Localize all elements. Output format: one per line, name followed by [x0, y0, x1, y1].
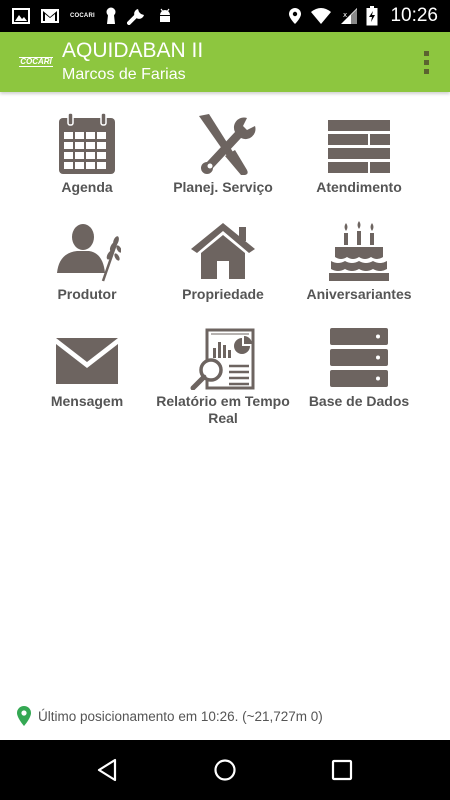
- report-icon: [190, 328, 255, 390]
- list-icon: [328, 120, 390, 173]
- map-pin-icon: [17, 706, 31, 726]
- house-icon: [191, 223, 255, 279]
- menu-item-produtor[interactable]: Produtor: [19, 219, 155, 326]
- home-icon[interactable]: [195, 740, 255, 800]
- battery-icon: [366, 6, 378, 26]
- app-logo-text: COCARI: [19, 57, 53, 67]
- app-title: AQUIDABAN II: [62, 39, 204, 62]
- menu-item-planej-servico[interactable]: Planej. Serviço: [155, 112, 291, 219]
- app-logo: COCARI: [14, 52, 58, 72]
- menu-grid: Agenda Planej. Serviço Atendimento Produ…: [19, 112, 431, 433]
- menu-item-label: Aniversariantes: [306, 286, 412, 302]
- app-subtitle: Marcos de Farias: [62, 66, 186, 83]
- app-bar: COCARI AQUIDABAN II Marcos de Farias: [0, 32, 450, 92]
- farmer-icon: [57, 224, 121, 282]
- app-bar-titles: AQUIDABAN II Marcos de Farias: [62, 39, 203, 85]
- menu-item-label: Relatório em Tempo Real: [156, 393, 290, 426]
- gmail-icon: [40, 8, 60, 24]
- menu-item-mensagem[interactable]: Mensagem: [19, 326, 155, 433]
- envelope-icon: [56, 338, 118, 384]
- database-icon: [330, 328, 388, 387]
- cocari-icon: COCARI: [70, 13, 95, 19]
- menu-item-base-de-dados[interactable]: Base de Dados: [291, 326, 427, 433]
- menu-item-label: Produtor: [57, 286, 117, 302]
- back-icon[interactable]: [78, 740, 138, 800]
- tools-icon: [199, 114, 256, 175]
- menu-item-label: Propriedade: [182, 286, 264, 302]
- screen: COCARI x 10:26 COCARI AQUIDABAN II Marco…: [0, 0, 450, 800]
- overflow-menu-icon[interactable]: [402, 38, 450, 86]
- status-clock: 10:26: [390, 5, 438, 26]
- last-location: Último posicionamento em 10:26. (~21,727…: [16, 704, 323, 728]
- android-icon: [157, 7, 173, 25]
- keyhole-icon: [105, 7, 117, 25]
- recents-icon[interactable]: [312, 740, 372, 800]
- image-icon: [12, 8, 30, 24]
- menu-item-label: Base de Dados: [308, 393, 410, 409]
- signal-icon: x: [340, 7, 358, 25]
- last-location-text: Último posicionamento em 10:26. (~21,727…: [38, 708, 323, 724]
- svg-text:x: x: [343, 11, 347, 19]
- menu-item-relatorio[interactable]: Relatório em Tempo Real: [155, 326, 291, 433]
- calendar-icon: [59, 112, 115, 174]
- menu-item-atendimento[interactable]: Atendimento: [291, 112, 427, 219]
- system-nav-bar: [0, 740, 450, 800]
- location-icon: [288, 7, 302, 25]
- menu-item-label: Atendimento: [316, 179, 402, 195]
- menu-item-aniversariantes[interactable]: Aniversariantes: [291, 219, 427, 326]
- menu-item-propriedade[interactable]: Propriedade: [155, 219, 291, 326]
- wifi-icon: [310, 7, 332, 25]
- status-bar: COCARI x 10:26: [0, 0, 450, 32]
- cake-icon: [329, 221, 389, 281]
- menu-item-label: Planej. Serviço: [173, 179, 273, 195]
- menu-item-label: Agenda: [61, 179, 113, 195]
- menu-item-agenda[interactable]: Agenda: [19, 112, 155, 219]
- wrench-icon: [126, 7, 147, 25]
- menu-item-label: Mensagem: [50, 393, 124, 409]
